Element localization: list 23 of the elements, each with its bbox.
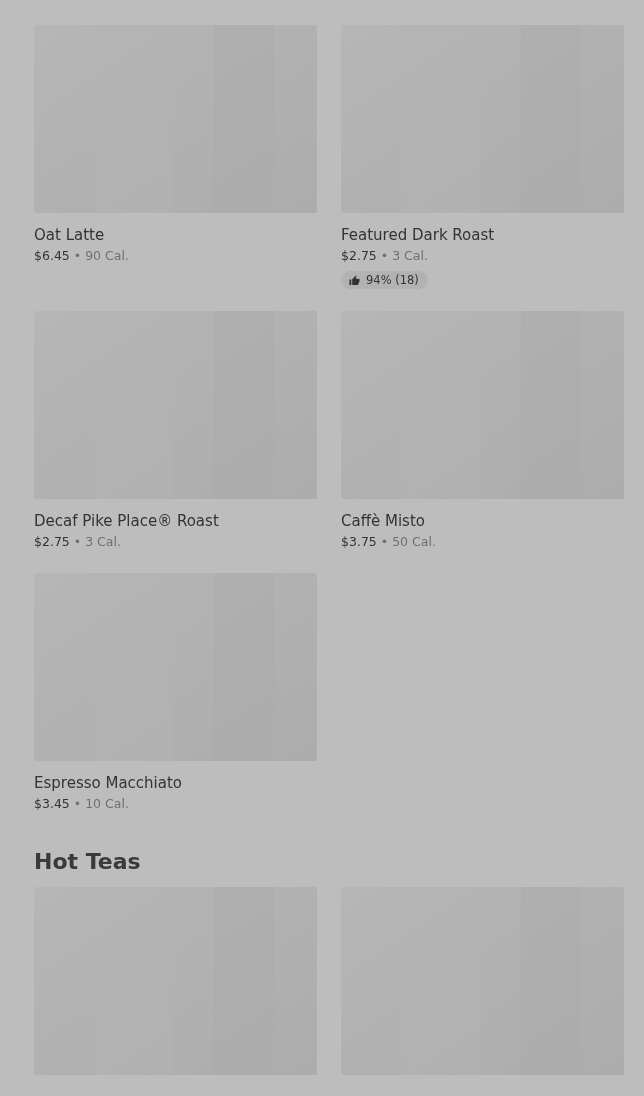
item-calories: 50 Cal.	[392, 533, 436, 551]
rating-text: 94% (18)	[366, 273, 419, 287]
item-price: $2.75	[34, 533, 70, 551]
item-name[interactable]: Decaf Pike Place® Roast	[34, 511, 317, 531]
item-calories: 3 Cal.	[85, 533, 121, 551]
item-calories: 10 Cal.	[85, 795, 129, 813]
item-name[interactable]: Featured Dark Roast	[341, 225, 624, 245]
item-calories: 3 Cal.	[392, 247, 428, 265]
item-price: $2.75	[341, 247, 377, 265]
separator-dot: •	[380, 247, 389, 265]
item-price: $6.45	[34, 247, 70, 265]
item-name[interactable]: Caffè Misto	[341, 511, 624, 531]
item-price: $3.75	[341, 533, 377, 551]
item-calories: 90 Cal.	[85, 247, 129, 265]
separator-dot: •	[380, 533, 389, 551]
section-title: Hot Teas	[34, 849, 142, 874]
item-price: $3.45	[34, 795, 70, 813]
separator-dot: •	[73, 795, 82, 813]
separator-dot: •	[73, 533, 82, 551]
item-name[interactable]: Oat Latte	[34, 225, 317, 245]
thumbs-up-icon	[349, 274, 360, 286]
item-name[interactable]: Espresso Macchiato	[34, 773, 317, 793]
separator-dot: •	[73, 247, 82, 265]
